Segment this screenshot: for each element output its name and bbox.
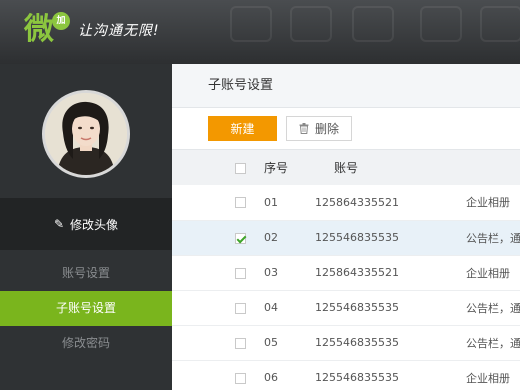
background-decoration xyxy=(480,6,520,42)
sidebar-menu: 账号设置 子账号设置 修改密码 xyxy=(0,256,172,361)
column-header-no[interactable]: 序号 xyxy=(254,150,312,185)
row-permissions: 公告栏，通 xyxy=(466,336,520,350)
table-row[interactable]: 05 125546835535 公告栏，通 xyxy=(172,325,520,360)
row-no: 03 xyxy=(264,266,278,279)
pencil-icon: ✎ xyxy=(53,217,65,231)
avatar-portrait xyxy=(45,93,127,175)
row-select-cell xyxy=(172,290,254,325)
row-select-cell xyxy=(172,255,254,290)
toolbar: 新建 删除 xyxy=(172,108,520,150)
sidebar-item-account-settings[interactable]: 账号设置 xyxy=(0,256,172,291)
table-row[interactable]: 01 125864335521 企业相册 xyxy=(172,185,520,220)
row-account: 125546835535 xyxy=(315,231,399,244)
row-permissions: 企业相册 xyxy=(466,196,510,210)
row-select-cell xyxy=(172,185,254,220)
row-permissions: 企业相册 xyxy=(466,266,510,280)
row-account: 125864335521 xyxy=(315,195,399,209)
row-account: 125546835535 xyxy=(315,301,399,314)
row-checkbox[interactable] xyxy=(235,197,246,209)
table-row[interactable]: 02 125546835535 公告栏，通 xyxy=(172,220,520,255)
row-account: 125546835535 xyxy=(315,336,399,349)
edit-avatar-button[interactable]: ✎ 修改头像 xyxy=(0,198,172,250)
delete-button[interactable]: 删除 xyxy=(286,116,353,141)
row-select-cell xyxy=(172,325,254,360)
column-header-account[interactable]: 账号 xyxy=(312,150,466,185)
table-row[interactable]: 03 125864335521 企业相册 xyxy=(172,255,520,290)
main-panel: 子账号设置 新建 删除 序号 账号 01 125864335521 企业相册 0… xyxy=(172,64,520,390)
select-all-checkbox[interactable] xyxy=(235,162,246,174)
logo-mark: 微 加 xyxy=(24,12,72,48)
row-account: 125546835535 xyxy=(315,371,399,384)
row-checkbox[interactable] xyxy=(235,337,246,349)
subaccount-table: 序号 账号 01 125864335521 企业相册 02 1255468355… xyxy=(172,150,520,390)
edit-avatar-label: 修改头像 xyxy=(70,217,119,232)
slogan: 让沟通无限! xyxy=(78,23,160,39)
logo-char: 微 xyxy=(24,12,54,47)
table-header-row: 序号 账号 xyxy=(172,150,520,185)
row-permissions: 企业相册 xyxy=(466,371,510,385)
row-no: 05 xyxy=(264,336,278,349)
row-checkbox[interactable] xyxy=(235,302,246,314)
brand-logo[interactable]: 微 加 让沟通无限! xyxy=(24,12,160,48)
sidebar: ✎ 修改头像 账号设置 子账号设置 修改密码 xyxy=(0,64,172,390)
table-row[interactable]: 04 125546835535 公告栏，通 xyxy=(172,290,520,325)
background-decoration xyxy=(230,6,272,42)
sidebar-item-change-password[interactable]: 修改密码 xyxy=(0,326,172,361)
row-permissions: 公告栏，通 xyxy=(466,301,520,315)
delete-button-label: 删除 xyxy=(315,122,340,136)
logo-badge: 加 xyxy=(52,12,70,30)
row-select-cell xyxy=(172,360,254,390)
row-checkbox[interactable] xyxy=(235,267,246,279)
table-row[interactable]: 06 125546835535 企业相册 xyxy=(172,360,520,390)
trash-icon xyxy=(299,123,309,134)
avatar[interactable] xyxy=(42,90,130,178)
new-button[interactable]: 新建 xyxy=(208,116,277,141)
row-no: 04 xyxy=(264,301,278,314)
top-banner: 微 加 让沟通无限! xyxy=(0,0,520,64)
background-decoration xyxy=(290,6,332,42)
row-account: 125864335521 xyxy=(315,266,399,279)
row-no: 01 xyxy=(264,195,278,209)
row-checkbox[interactable] xyxy=(235,372,246,384)
row-permissions: 公告栏，通 xyxy=(466,231,520,245)
row-no: 06 xyxy=(264,371,278,384)
row-select-cell xyxy=(172,220,254,255)
column-header-permissions xyxy=(466,150,520,185)
sidebar-item-subaccount-settings[interactable]: 子账号设置 xyxy=(0,291,172,326)
row-checkbox[interactable] xyxy=(235,232,246,244)
row-no: 02 xyxy=(264,231,278,244)
background-decoration xyxy=(352,6,394,42)
background-decoration xyxy=(420,6,462,42)
page-title: 子账号设置 xyxy=(172,64,520,108)
select-all-cell xyxy=(172,150,254,185)
